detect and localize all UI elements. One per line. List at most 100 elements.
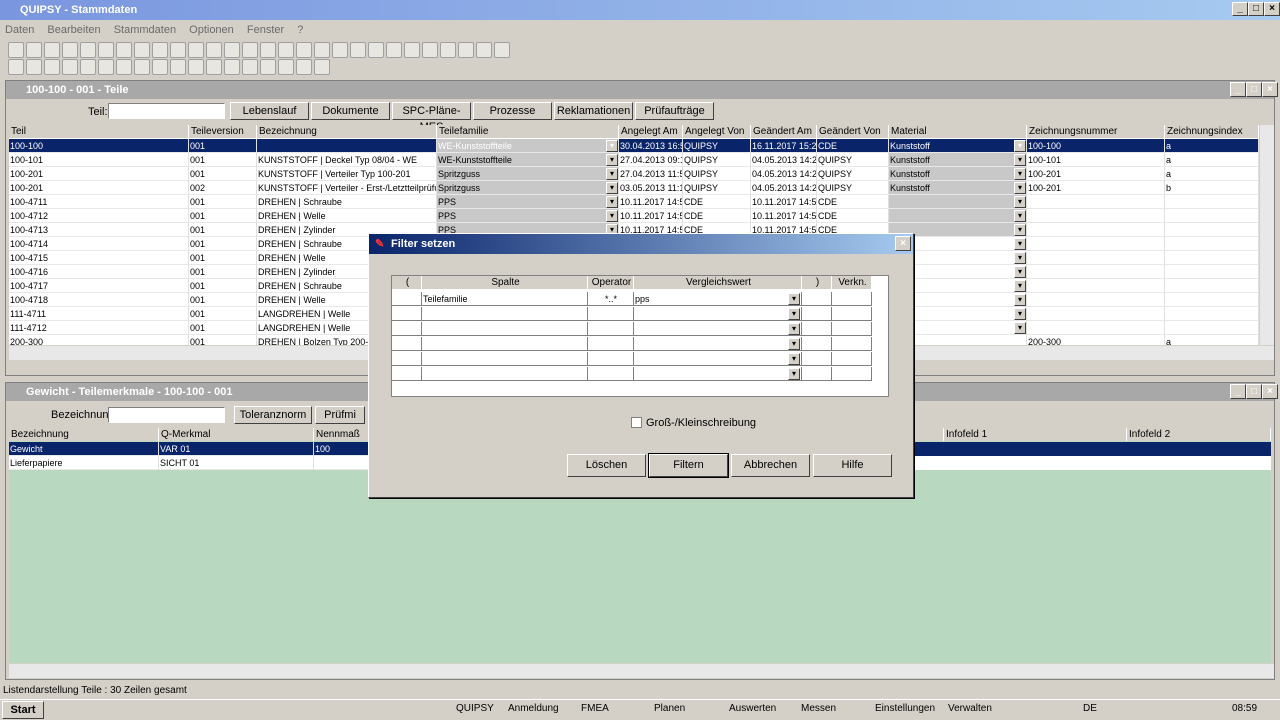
table-cell[interactable] [1027, 237, 1165, 251]
table-cell[interactable]: 04.05.2013 14:22 [751, 167, 817, 181]
table-row[interactable]: 100-201 002 KUNSTSTOFF | Verteiler - Erst-… [9, 181, 1259, 195]
filter-cell[interactable] [802, 352, 832, 366]
table-cell[interactable]: QUIPSY [817, 181, 889, 195]
table-cell[interactable]: 10.11.2017 14:55 [751, 209, 817, 223]
toolbar1-tool-icon[interactable] [458, 42, 474, 58]
close-button[interactable]: × [1264, 2, 1280, 16]
table-cell[interactable]: Kunststoff [889, 153, 1027, 167]
table-cell[interactable] [1027, 321, 1165, 335]
toolbar1-tool-icon[interactable] [296, 42, 312, 58]
menu-fenster[interactable]: Fenster [242, 21, 289, 39]
abbrechen-button[interactable]: Abbrechen [731, 454, 810, 477]
table-cell[interactable]: QUIPSY [817, 167, 889, 181]
toolbar2-tool-icon[interactable] [152, 59, 168, 75]
toolbar1-tool-icon[interactable] [170, 42, 186, 58]
teilefamilie-dropdown-icon[interactable]: ▾ [606, 182, 618, 194]
vergleichswert-dropdown-icon[interactable]: ▾ [788, 368, 800, 380]
table-cell[interactable]: KUNSTSTOFF | Verteiler - Erst-/Letztteil… [257, 181, 437, 195]
toolbar1-tool-icon[interactable] [260, 42, 276, 58]
table-cell[interactable]: 001 [189, 279, 257, 293]
parts-header-cell[interactable]: Angelegt Von [683, 125, 751, 138]
table-cell[interactable]: Lieferpapiere [9, 456, 159, 470]
table-cell[interactable]: 100-4714 [9, 237, 189, 251]
table-cell[interactable]: 001 [189, 237, 257, 251]
material-dropdown-icon[interactable]: ▾ [1014, 308, 1026, 320]
table-cell[interactable]: 111-4711 [9, 307, 189, 321]
table-cell[interactable] [1165, 251, 1259, 265]
table-cell[interactable]: 100-101 [1027, 153, 1165, 167]
features-close-button[interactable]: × [1262, 384, 1278, 399]
toolbar2-tool-icon[interactable] [170, 59, 186, 75]
parts-header-cell[interactable]: Geändert Am [751, 125, 817, 138]
task-verwalten[interactable]: Verwalten [948, 703, 992, 714]
toolbar2-tool-icon[interactable] [26, 59, 42, 75]
table-row[interactable]: 100-101 001 KUNSTSTOFF | Deckel Typ 08/04 … [9, 153, 1259, 167]
toolbar1-tool-icon[interactable] [152, 42, 168, 58]
filter-row[interactable]: ▾ [392, 367, 888, 382]
dialog-close-button[interactable]: × [895, 236, 911, 251]
table-cell[interactable]: 30.04.2013 16:56 [619, 139, 683, 153]
pruefauftraege-button[interactable]: Prüfaufträge [635, 102, 714, 120]
filtern-button[interactable]: Filtern [648, 453, 729, 478]
toolbar1-tool-icon[interactable] [242, 42, 258, 58]
filter-row[interactable]: ▾ [392, 322, 888, 337]
table-cell[interactable]: KUNSTSTOFF | Deckel Typ 08/04 - WE [257, 153, 437, 167]
table-cell[interactable]: 04.05.2013 14:22 [751, 181, 817, 195]
filter-cell[interactable]: pps [634, 292, 802, 306]
teilefamilie-dropdown-icon[interactable]: ▾ [606, 168, 618, 180]
toolbar2-tool-icon[interactable] [188, 59, 204, 75]
filter-row[interactable]: ▾ [392, 352, 888, 367]
pruefmittel-button[interactable]: Prüfmi [315, 406, 365, 424]
table-cell[interactable]: DREHEN | Welle [257, 209, 437, 223]
lebenslauf-button[interactable]: Lebenslauf [230, 102, 309, 120]
toolbar2-tool-icon[interactable] [260, 59, 276, 75]
filter-cell[interactable] [832, 352, 872, 366]
toolbar1-tool-icon[interactable] [8, 42, 24, 58]
material-dropdown-icon[interactable]: ▾ [1014, 210, 1026, 222]
filter-row[interactable]: ▾ [392, 307, 888, 322]
filter-cell[interactable] [588, 352, 634, 366]
material-dropdown-icon[interactable]: ▾ [1014, 182, 1026, 194]
table-cell[interactable]: 100-4715 [9, 251, 189, 265]
filter-row[interactable]: ▾ [392, 337, 888, 352]
filter-cell[interactable] [422, 352, 588, 366]
parts-header-cell[interactable]: Teilefamilie [437, 125, 619, 138]
toolbar2-tool-icon[interactable] [80, 59, 96, 75]
features-minimize-button[interactable]: _ [1230, 384, 1246, 399]
table-cell[interactable]: 001 [189, 139, 257, 153]
table-cell[interactable] [1165, 265, 1259, 279]
table-cell[interactable]: 001 [189, 293, 257, 307]
table-cell[interactable]: CDE [817, 139, 889, 153]
toolbar1-tool-icon[interactable] [368, 42, 384, 58]
features-maximize-button[interactable]: □ [1246, 384, 1262, 399]
spc-plaene-button[interactable]: SPC-Pläne-MES [392, 102, 471, 133]
toolbar1-tool-icon[interactable] [278, 42, 294, 58]
table-cell[interactable]: 27.04.2013 09:11 [619, 153, 683, 167]
parts-header-cell[interactable]: Material [889, 125, 1027, 138]
filter-cell[interactable] [392, 307, 422, 321]
table-cell[interactable] [1165, 321, 1259, 335]
toolbar2-tool-icon[interactable] [314, 59, 330, 75]
loeschen-button[interactable]: Löschen [567, 454, 646, 477]
table-cell[interactable]: PPS [437, 195, 619, 209]
features-header-cell[interactable]: Nennmaß [314, 428, 374, 441]
toolbar2-tool-icon[interactable] [98, 59, 114, 75]
toolbar2-tool-icon[interactable] [44, 59, 60, 75]
filter-cell[interactable] [832, 307, 872, 321]
material-dropdown-icon[interactable]: ▾ [1014, 168, 1026, 180]
table-cell[interactable]: CDE [817, 209, 889, 223]
dokumente-button[interactable]: Dokumente [311, 102, 390, 120]
table-cell[interactable]: 10.11.2017 14:55 [619, 209, 683, 223]
task-planen[interactable]: Planen [654, 703, 685, 714]
start-button[interactable]: Start [2, 701, 44, 719]
table-cell[interactable]: a [1165, 153, 1259, 167]
table-cell[interactable]: 100-201 [1027, 181, 1165, 195]
table-cell[interactable] [1027, 195, 1165, 209]
table-cell[interactable]: WE-Kunststoffteile [437, 139, 619, 153]
table-cell[interactable]: 04.05.2013 14:22 [751, 153, 817, 167]
toolbar1-tool-icon[interactable] [26, 42, 42, 58]
filter-cell[interactable] [832, 322, 872, 336]
table-cell[interactable]: CDE [683, 195, 751, 209]
table-cell[interactable]: a [1165, 139, 1259, 153]
toolbar2-tool-icon[interactable] [62, 59, 78, 75]
